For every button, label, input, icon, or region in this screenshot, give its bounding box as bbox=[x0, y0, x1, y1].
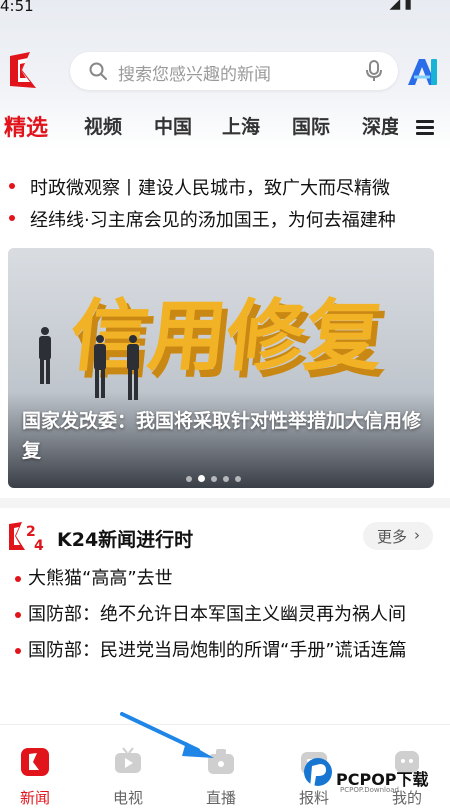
headline-item[interactable]: 时政微观察丨建设人民城市，致广大而尽精微 bbox=[0, 174, 428, 206]
status-time: 4:51 bbox=[0, 0, 34, 15]
headline-item[interactable]: 经纬线·习主席会见的汤加国王，为何去福建种 bbox=[0, 206, 428, 238]
search-bar[interactable]: 搜索您感兴趣的新闻 bbox=[70, 52, 398, 90]
watermark: PCPOP下载 PCPOP.Download bbox=[302, 752, 442, 804]
nav-label: 电视 bbox=[112, 789, 143, 807]
pointer-arrow-icon bbox=[120, 712, 214, 758]
search-placeholder: 搜索您感兴趣的新闻 bbox=[118, 65, 271, 85]
microphone-icon[interactable] bbox=[366, 60, 382, 82]
carousel-dot-active[interactable] bbox=[197, 475, 205, 482]
news-text: 国防部：民进党当局炮制的所谓“手册”谎话连篇 bbox=[28, 640, 407, 661]
app-logo-icon[interactable] bbox=[8, 50, 44, 90]
watermark-logo-icon bbox=[304, 758, 332, 788]
more-button[interactable]: 更多 › bbox=[363, 522, 433, 550]
list-item[interactable]: 国防部：绝不允许日本军国主义幽灵再为祸人间 bbox=[0, 602, 450, 628]
section-title: K24新闻进行时 bbox=[57, 529, 194, 551]
bullet-dot bbox=[15, 648, 21, 654]
bullet-dot bbox=[9, 183, 15, 189]
carousel-dot[interactable] bbox=[185, 476, 192, 482]
search-icon bbox=[89, 62, 107, 80]
headline-list: 时政微观察丨建设人民城市，致广大而尽精微 经纬线·习主席会见的汤加国王，为何去福… bbox=[0, 174, 450, 238]
category-tabs: 精选 视频 中国 上海 国际 深度 bbox=[0, 112, 450, 150]
bullet-dot bbox=[15, 612, 21, 618]
k24-news-section: 2 4 K24新闻进行时 更多 › 大熊猫“高高”去世 国防部：绝不允许日本军国… bbox=[0, 508, 450, 722]
carousel-indicator bbox=[0, 467, 426, 486]
nav-news[interactable]: 新闻 bbox=[0, 725, 80, 809]
tab-china[interactable]: 中国 bbox=[154, 112, 192, 139]
nav-label: 新闻 bbox=[19, 789, 50, 807]
more-label: 更多 bbox=[377, 528, 408, 546]
battery-icon: ▮ bbox=[404, 0, 416, 12]
headline-text: 经纬线·习主席会见的汤加国王，为何去福建种 bbox=[30, 210, 396, 231]
svg-text:4: 4 bbox=[34, 538, 44, 552]
bullet-dot bbox=[9, 215, 15, 221]
tab-featured[interactable]: 精选 bbox=[4, 110, 48, 142]
news-logo-icon bbox=[21, 748, 49, 776]
banner-caption: 国家发改委：我国将采取针对性举措加大信用修复 bbox=[22, 410, 422, 462]
carousel-dot[interactable] bbox=[210, 476, 217, 482]
headline-text: 时政微观察丨建设人民城市，致广大而尽精微 bbox=[30, 178, 390, 199]
k24-logo-icon: 2 4 bbox=[9, 522, 44, 552]
k24-news-list: 大熊猫“高高”去世 国防部：绝不允许日本军国主义幽灵再为祸人间 国防部：民进党当… bbox=[0, 566, 450, 674]
carousel-dot[interactable] bbox=[222, 476, 229, 482]
ai-assistant-icon[interactable] bbox=[406, 57, 440, 87]
menu-icon[interactable] bbox=[416, 120, 434, 136]
tab-shanghai[interactable]: 上海 bbox=[222, 112, 260, 139]
list-item[interactable]: 国防部：民进党当局炮制的所谓“手册”谎话连篇 bbox=[0, 638, 450, 664]
tab-depth[interactable]: 深度 bbox=[362, 112, 398, 139]
status-icons: ◢▮ bbox=[390, 0, 417, 12]
nav-label: 直播 bbox=[205, 789, 236, 807]
bullet-dot bbox=[15, 576, 21, 582]
carousel-dot[interactable] bbox=[234, 476, 241, 482]
featured-banner[interactable]: 信用修复 信用修复 国家发改委：我国将采取针对性举措加大信用修复 bbox=[8, 248, 434, 488]
watermark-subtext: PCPOP.Download bbox=[340, 786, 399, 794]
tab-international[interactable]: 国际 bbox=[292, 112, 330, 139]
list-item[interactable]: 大熊猫“高高”去世 bbox=[0, 566, 450, 592]
status-bar: 4:51 ◢▮ bbox=[0, 0, 450, 18]
section-divider bbox=[0, 498, 450, 508]
banner-3d-text: 信用修复 bbox=[66, 291, 388, 382]
news-text: 国防部：绝不允许日本军国主义幽灵再为祸人间 bbox=[28, 604, 406, 625]
chevron-right-icon: › bbox=[414, 526, 420, 544]
tab-video[interactable]: 视频 bbox=[84, 112, 122, 139]
signal-icon: ◢ bbox=[389, 0, 405, 12]
news-text: 大熊猫“高高”去世 bbox=[28, 568, 173, 589]
